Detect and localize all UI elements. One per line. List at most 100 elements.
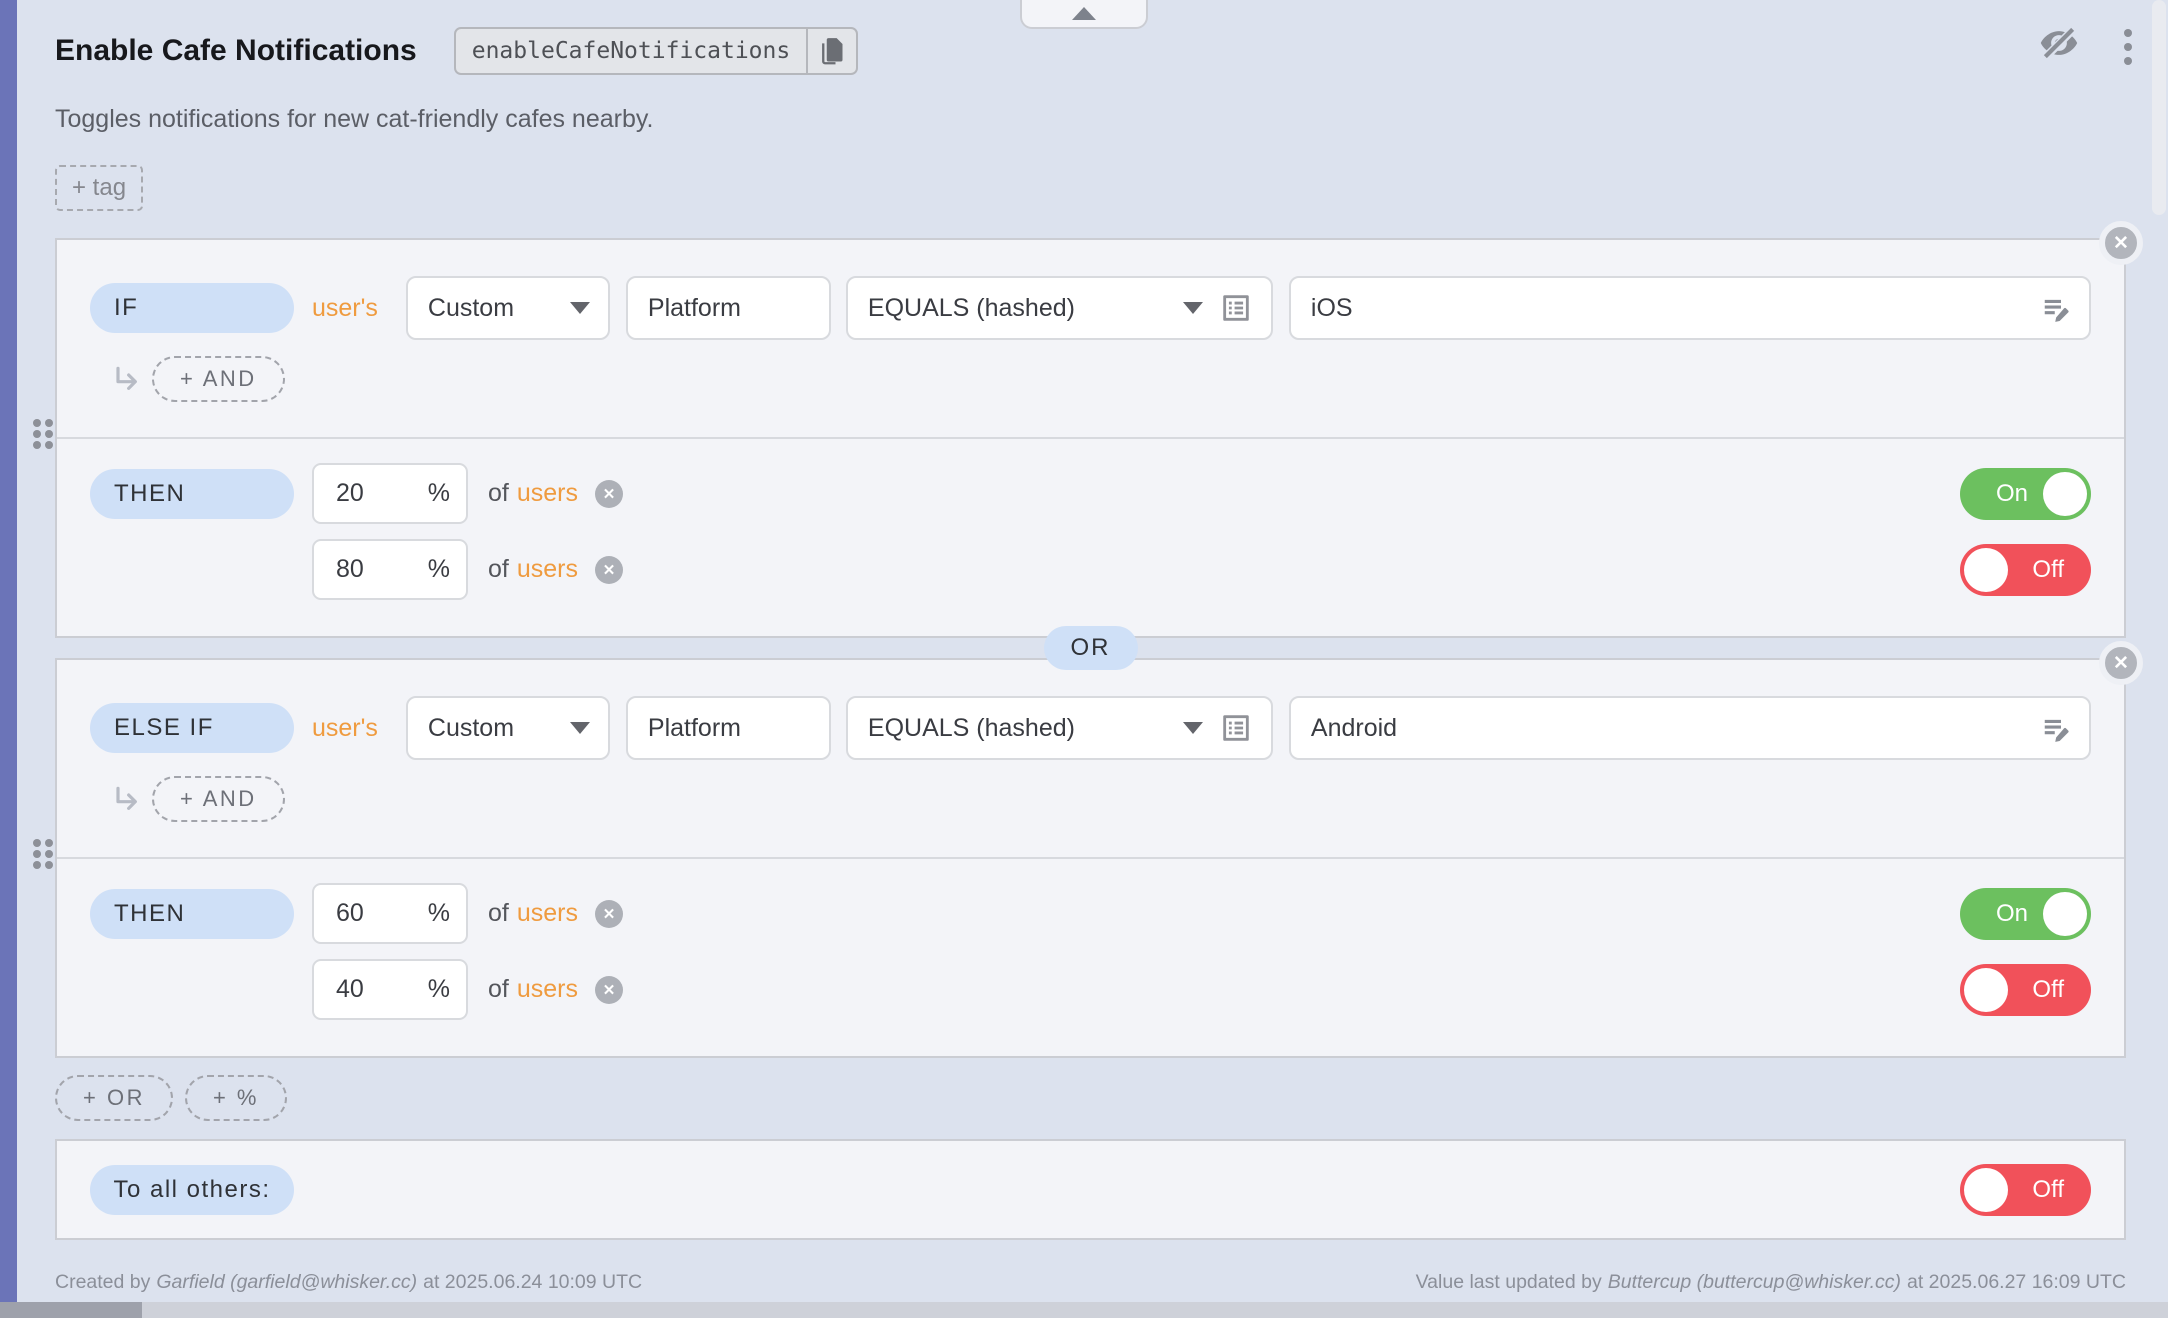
copy-icon <box>820 37 844 65</box>
rule-card: ✕ IF user's Custom EQUALS (hashed) <box>55 238 2126 638</box>
updated-author: Buttercup (buttercup@whisker.cc) <box>1608 1271 1901 1294</box>
branch-arrow-icon <box>110 363 142 395</box>
chevron-down-icon <box>1183 302 1203 314</box>
edit-icon[interactable] <box>2041 713 2071 743</box>
percentage-input[interactable] <box>314 554 422 585</box>
remove-split-button[interactable]: ✕ <box>595 556 623 584</box>
condition-pill: IF <box>90 283 294 333</box>
users-label[interactable]: users <box>517 555 578 584</box>
comparison-value-field <box>1289 696 2091 760</box>
percentage-field: % <box>312 959 468 1020</box>
drag-handle-icon[interactable] <box>33 419 53 449</box>
horizontal-scrollbar-thumb[interactable] <box>0 1302 142 1318</box>
then-section: THEN % of users ✕ On <box>57 859 2124 1020</box>
attribute-type-select[interactable]: Custom <box>406 276 610 340</box>
remove-rule-button[interactable]: ✕ <box>2099 221 2143 265</box>
toggle-knob <box>1964 968 2008 1012</box>
condition-section: IF user's Custom EQUALS (hashed) <box>57 240 2124 439</box>
add-tag-button[interactable]: + tag <box>55 165 143 211</box>
toggle-knob <box>1964 548 2008 592</box>
flag-description: Toggles notifications for new cat-friend… <box>55 105 2126 134</box>
branch-arrow-icon <box>110 783 142 815</box>
value-toggle[interactable]: Off <box>1960 964 2091 1016</box>
toggle-knob <box>2043 892 2087 936</box>
accent-bar <box>0 0 17 1302</box>
created-author: Garfield (garfield@whisker.cc) <box>156 1271 417 1294</box>
percentage-input[interactable] <box>314 974 422 1005</box>
percentage-field: % <box>312 539 468 600</box>
close-icon: ✕ <box>603 485 616 503</box>
percentage-input[interactable] <box>314 478 422 509</box>
property-input[interactable] <box>626 696 831 760</box>
remove-rule-button[interactable]: ✕ <box>2099 641 2143 685</box>
toggle-knob <box>2043 472 2087 516</box>
comparison-value-field <box>1289 276 2091 340</box>
list-icon <box>1219 711 1253 745</box>
comparison-value-input[interactable] <box>1291 278 2041 338</box>
value-toggle[interactable]: On <box>1960 468 2091 520</box>
vertical-scrollbar[interactable] <box>2152 0 2166 215</box>
or-separator: OR <box>1044 626 1138 670</box>
close-icon: ✕ <box>603 561 616 579</box>
add-and-button[interactable]: + AND <box>152 356 285 402</box>
fallback-pill: To all others: <box>90 1165 294 1215</box>
attribute-type-select[interactable]: Custom <box>406 696 610 760</box>
close-icon: ✕ <box>2113 232 2129 255</box>
fallback-toggle[interactable]: Off <box>1960 1164 2091 1216</box>
then-pill: THEN <box>90 889 294 939</box>
of-label: of <box>488 899 509 928</box>
add-or-button[interactable]: + OR <box>55 1075 173 1121</box>
drag-handle-icon[interactable] <box>33 839 53 869</box>
close-icon: ✕ <box>2113 652 2129 675</box>
targeting-rules: ✕ IF user's Custom EQUALS (hashed) <box>55 238 2126 1058</box>
created-by-meta: Created by Garfield (garfield@whisker.cc… <box>55 1271 642 1294</box>
of-label: of <box>488 975 509 1004</box>
close-icon: ✕ <box>603 981 616 999</box>
percent-sign: % <box>428 555 450 584</box>
list-icon <box>1219 291 1253 325</box>
edit-icon[interactable] <box>2041 293 2071 323</box>
percent-sign: % <box>428 975 450 1004</box>
value-toggle[interactable]: On <box>1960 888 2091 940</box>
operator-value: EQUALS (hashed) <box>868 714 1075 743</box>
chevron-up-icon <box>1072 7 1096 20</box>
percentage-field: % <box>312 463 468 524</box>
of-label: of <box>488 479 509 508</box>
updated-by-meta: Value last updated by Buttercup (butterc… <box>1416 1271 2126 1294</box>
chevron-down-icon <box>570 302 590 314</box>
operator-value: EQUALS (hashed) <box>868 294 1075 323</box>
toggle-knob <box>1964 1168 2008 1212</box>
percentage-field: % <box>312 883 468 944</box>
horizontal-scrollbar[interactable] <box>0 1302 2168 1318</box>
flag-detail-panel: Enable Cafe Notifications enableCafeNoti… <box>55 0 2126 1294</box>
page-title: Enable Cafe Notifications <box>55 34 417 68</box>
condition-pill: ELSE IF <box>90 703 294 753</box>
add-percent-button[interactable]: + % <box>185 1075 287 1121</box>
fallback-card: To all others: Off <box>55 1139 2126 1240</box>
users-label[interactable]: users <box>517 479 578 508</box>
rule-card: ✕ ELSE IF user's Custom EQUALS (hashed) <box>55 658 2126 1058</box>
remove-split-button[interactable]: ✕ <box>595 900 623 928</box>
attribute-type-value: Custom <box>428 714 514 743</box>
copy-flag-key-button[interactable] <box>806 29 856 73</box>
percentage-input[interactable] <box>314 898 422 929</box>
then-pill: THEN <box>90 469 294 519</box>
remove-split-button[interactable]: ✕ <box>595 480 623 508</box>
users-label[interactable]: users <box>517 899 578 928</box>
collapse-panel-button[interactable] <box>1020 0 1148 29</box>
users-label[interactable]: users <box>517 975 578 1004</box>
operator-select[interactable]: EQUALS (hashed) <box>846 696 1273 760</box>
percent-sign: % <box>428 899 450 928</box>
value-toggle[interactable]: Off <box>1960 544 2091 596</box>
remove-split-button[interactable]: ✕ <box>595 976 623 1004</box>
chevron-down-icon <box>570 722 590 734</box>
flag-key-badge: enableCafeNotifications <box>454 27 859 75</box>
add-and-button[interactable]: + AND <box>152 776 285 822</box>
operator-select[interactable]: EQUALS (hashed) <box>846 276 1273 340</box>
comparison-value-input[interactable] <box>1291 698 2041 758</box>
subject-label: user's <box>312 714 378 743</box>
property-input[interactable] <box>626 276 831 340</box>
subject-label: user's <box>312 294 378 323</box>
of-label: of <box>488 555 509 584</box>
percent-sign: % <box>428 479 450 508</box>
